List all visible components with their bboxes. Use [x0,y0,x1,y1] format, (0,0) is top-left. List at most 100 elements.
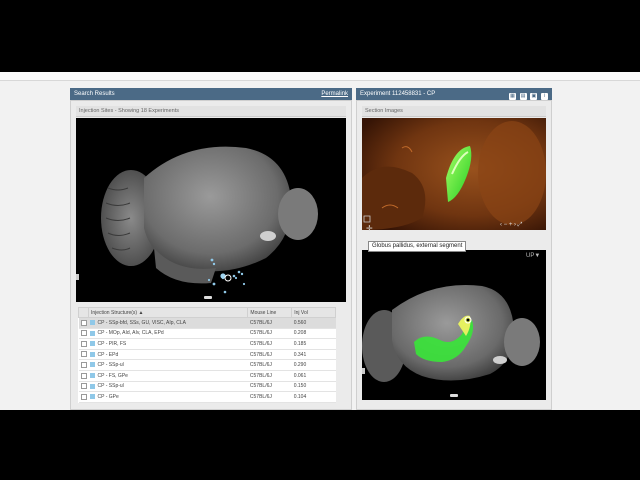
structure-tooltip: Globus pallidus, external segment [368,241,467,252]
projection-3d-viewer[interactable]: UP▼ [362,250,546,400]
crosshair-cursor-icon: ✛ [366,224,373,233]
injection-sites-header: Injection Sites - Showing 18 Experiments [76,106,346,117]
row-mouse-line: C57BL/6J [247,328,292,340]
experiment-header: Experiment 112458831 - CP ▦ ▤ ▣ i [356,88,552,100]
projection-brain-render [362,285,540,382]
viewer-scroll-handle[interactable] [204,296,212,299]
section-nav-controls[interactable]: ‹ − + › ⤢ [500,222,522,229]
row-structure-cell: CP - SSp-ul [88,381,248,393]
row-checkbox[interactable] [80,330,87,337]
row-structure: CP - MOp, AId, AIv, CLA, EPd [97,330,164,337]
section-images-header: Section Images [362,106,546,117]
search-results-header: Search Results Permalink [70,88,352,100]
row-structure-cell: CP - SSp-ul [88,359,248,371]
section-image [362,118,546,230]
row-inj-vol: 0.185 [291,338,336,350]
injection-3d-viewer[interactable] [76,118,346,302]
checkbox-column-header [78,307,89,318]
section-images-label: Section Images [365,108,403,114]
injection-color-swatch [90,341,96,347]
injection-color-swatch [90,351,96,357]
row-inj-vol: 0.104 [291,391,336,403]
table-row[interactable]: CP - SSp-ul C57BL/6J 0.290 [78,359,336,371]
injection-color-swatch [90,319,96,325]
row-checkbox[interactable] [80,362,87,368]
column-header-structure[interactable]: Injection Structure(s) ▲ [87,307,249,318]
experiments-table: Injection Structure(s) ▲ Mouse Line Inj … [78,307,336,403]
row-structure-cell: CP - FS, GPe [88,370,248,382]
row-checkbox-cell[interactable] [78,338,89,350]
injection-color-swatch [90,330,96,336]
cortex [144,146,292,272]
table-view-icon[interactable]: ▤ [519,93,527,100]
column-header-inj-vol[interactable]: Inj Vol [291,307,336,318]
row-structure-cell: CP - MOp, AId, AIv, CLA, EPd [88,328,248,340]
table-row[interactable]: CP - GPe C57BL/6J 0.104 [78,391,336,403]
row-structure: CP - SSp-ul [97,362,124,369]
row-inj-vol: 0.290 [291,359,336,371]
projection-side-handle[interactable] [362,368,365,374]
table-row[interactable]: CP - MOp, AId, AIv, CLA, EPd C57BL/6J 0.20… [78,328,336,340]
olfactory-bulb [278,188,318,240]
search-results-title: Search Results [74,91,115,97]
table-row[interactable]: CP - SSp-bfd, SSs, GU, VISC, AIp, CLA C57… [78,317,336,329]
orientation-label[interactable]: UP▼ [526,253,540,259]
row-checkbox-cell[interactable] [78,349,89,361]
row-structure: CP - PIR, FS [97,340,127,347]
row-structure: CP - SSp-bfd, SSs, GU, VISC, AIp, CLA [97,319,187,326]
row-checkbox-cell[interactable] [78,370,89,382]
row-mouse-line: C57BL/6J [247,349,292,361]
row-checkbox[interactable] [80,372,87,379]
row-structure-cell: CP - GPe [88,391,248,403]
row-checkbox-cell[interactable] [78,317,89,329]
experiment-toolbar: ▦ ▤ ▣ i [507,90,548,100]
row-structure: CP - SSp-ul [97,383,124,390]
row-inj-vol: 0.341 [291,349,336,361]
row-inj-vol: 0.061 [291,370,336,382]
injection-color-swatch [90,394,96,400]
table-row[interactable]: CP - SSp-ul C57BL/6J 0.150 [78,381,336,393]
row-mouse-line: C57BL/6J [247,381,292,393]
experiment-title: Experiment 112458831 - CP [360,91,436,97]
row-checkbox[interactable] [80,383,87,390]
injection-color-swatch [90,383,96,389]
row-structure-cell: CP - EPd [88,349,248,361]
viewer-side-handle[interactable] [76,274,79,280]
row-inj-vol: 0.560 [291,317,336,329]
row-checkbox-cell[interactable] [78,359,89,371]
grid-view-icon[interactable]: ▦ [508,93,516,100]
projection-scroll-handle[interactable] [450,394,458,397]
row-checkbox[interactable] [80,351,87,358]
injection-color-swatch [90,362,96,368]
row-checkbox-cell[interactable] [78,391,89,403]
table-row[interactable]: CP - FS, GPe C57BL/6J 0.061 [78,370,336,382]
injection-color-swatch [90,372,96,378]
browser-toolbar [0,72,640,81]
row-mouse-line: C57BL/6J [247,370,292,382]
row-inj-vol: 0.208 [291,328,336,340]
permalink-link[interactable]: Permalink [321,88,348,100]
row-structure-cell: CP - PIR, FS [88,338,248,350]
row-inj-vol: 0.150 [291,381,336,393]
row-checkbox-cell[interactable] [78,328,89,340]
column-header-mouse-line[interactable]: Mouse Line [247,307,293,318]
info-icon[interactable]: i [541,93,548,100]
row-structure: CP - FS, GPe [97,372,128,379]
row-checkbox[interactable] [80,340,87,347]
row-structure: CP - GPe [97,393,119,400]
row-checkbox[interactable] [80,319,87,326]
injection-sites-label: Injection Sites - Showing 18 Experiments [79,108,179,114]
row-mouse-line: C57BL/6J [247,391,292,403]
row-mouse-line: C57BL/6J [247,359,292,371]
table-row[interactable]: CP - PIR, FS C57BL/6J 0.185 [78,338,336,350]
row-structure: CP - EPd [97,351,119,358]
row-checkbox-cell[interactable] [78,381,89,393]
table-row[interactable]: CP - EPd C57BL/6J 0.341 [78,349,336,361]
table-header-row: Injection Structure(s) ▲ Mouse Line Inj … [78,307,336,318]
row-checkbox[interactable] [80,393,87,400]
row-structure-cell: CP - SSp-bfd, SSs, GU, VISC, AIp, CLA [88,317,248,329]
app-page: Search Results Permalink Injection Sites… [0,72,640,410]
image-view-icon[interactable]: ▣ [530,93,538,100]
row-mouse-line: C57BL/6J [247,338,292,350]
section-image-viewer[interactable]: ‹ − + › ⤢ [362,118,546,230]
